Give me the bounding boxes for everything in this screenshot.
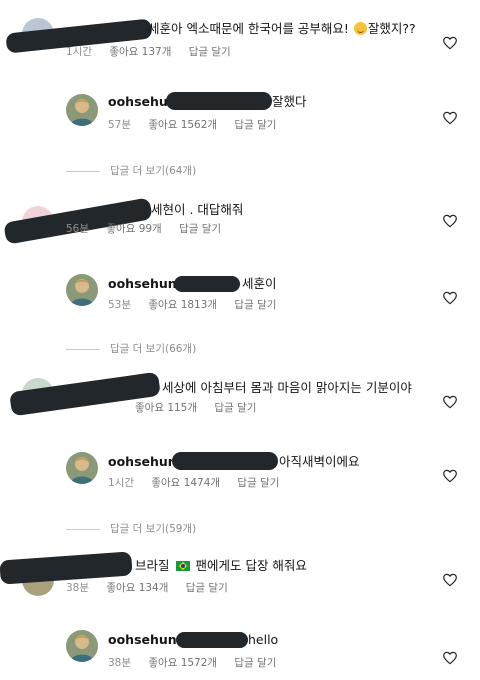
reply-text: oohsehun — [108, 454, 181, 470]
reply-button[interactable]: 답글 달기 — [214, 402, 256, 414]
comment-meta: 38분 좋아요 134개 답글 달기 — [66, 581, 242, 595]
comment-meta: 38분 좋아요 1572개 답글 달기 — [108, 656, 290, 670]
comment-time: 53분 — [108, 299, 132, 311]
comment-meta: 1시간 좋아요 1474개 답글 달기 — [108, 476, 293, 490]
heart-outline-icon[interactable] — [442, 213, 458, 229]
redacted-mention — [166, 92, 272, 110]
comment-meta: 좋아요 115개 답글 달기 — [135, 401, 270, 415]
comment-text: 세상에 아침부터 몸과 마음이 맑아지는 기분이야 — [162, 380, 412, 395]
brazil-flag-icon — [175, 561, 190, 571]
divider-line — [66, 348, 100, 350]
heart-outline-icon[interactable] — [442, 290, 458, 306]
comment-time: 38분 — [108, 657, 132, 669]
reply-text: oohsehun — [108, 632, 181, 648]
redacted-mention — [176, 632, 248, 648]
heart-outline-icon[interactable] — [442, 650, 458, 666]
heart-outline-icon[interactable] — [442, 468, 458, 484]
reply-button[interactable]: 답글 달기 — [186, 582, 228, 594]
reply-button[interactable]: 답글 달기 — [234, 299, 276, 311]
likes-count[interactable]: 좋아요 1474개 — [151, 477, 220, 489]
divider-line — [66, 170, 100, 172]
reply-button[interactable]: 답글 달기 — [189, 46, 231, 58]
likes-count[interactable]: 좋아요 99개 — [106, 223, 161, 235]
avatar[interactable] — [66, 630, 98, 662]
comment-time: 56분 — [66, 223, 90, 235]
reply-body: 세훈이 — [242, 276, 277, 291]
likes-count[interactable]: 좋아요 1572개 — [148, 657, 217, 669]
avatar[interactable] — [66, 94, 98, 126]
redacted-mention — [174, 276, 240, 292]
likes-count[interactable]: 좋아요 115개 — [135, 402, 197, 414]
comment-meta: 57분 좋아요 1562개 답글 달기 — [108, 118, 290, 132]
reply-button[interactable]: 답글 달기 — [234, 119, 276, 131]
comment-text: 브라질 팬에게도 답장 해줘요 — [135, 558, 307, 573]
reply-button[interactable]: 답글 달기 — [234, 657, 276, 669]
comment-time: 1시간 — [66, 46, 93, 58]
heart-outline-icon[interactable] — [442, 394, 458, 410]
grinning-face-icon — [353, 22, 367, 35]
avatar[interactable] — [66, 274, 98, 306]
comment-time: 1시간 — [108, 477, 135, 489]
avatar[interactable] — [66, 452, 98, 484]
reply-text: oohsehun — [108, 276, 181, 292]
reply-body: hello — [248, 632, 279, 647]
redacted-mention — [172, 452, 278, 470]
comment-time: 57분 — [108, 119, 132, 131]
divider-line — [66, 528, 100, 530]
author-username[interactable]: oohsehun — [108, 632, 177, 647]
author-username[interactable]: oohsehun — [108, 276, 177, 291]
likes-count[interactable]: 좋아요 137개 — [109, 46, 171, 58]
redacted-username — [0, 551, 133, 585]
comment-meta: 56분 좋아요 99개 답글 달기 — [66, 222, 235, 236]
author-username[interactable]: oohsehun — [108, 454, 177, 469]
heart-outline-icon[interactable] — [442, 572, 458, 588]
comment-text: 세현이 . 대답해줘 — [151, 202, 244, 217]
reply-button[interactable]: 답글 달기 — [179, 223, 221, 235]
heart-outline-icon[interactable] — [442, 35, 458, 51]
view-more-replies[interactable]: 답글 더 보기(66개) — [66, 342, 196, 356]
likes-count[interactable]: 좋아요 134개 — [106, 582, 168, 594]
redacted-username — [3, 197, 153, 245]
comment-time: 38분 — [66, 582, 90, 594]
view-more-replies[interactable]: 답글 더 보기(59개) — [66, 522, 196, 536]
likes-count[interactable]: 좋아요 1562개 — [148, 119, 217, 131]
reply-body: 잘했다 — [272, 94, 307, 109]
comment-text: 세훈아 엑소때문에 한국어를 공부해요! 잘했지?? — [148, 21, 416, 36]
heart-outline-icon[interactable] — [442, 110, 458, 126]
comment-meta: 53분 좋아요 1813개 답글 달기 — [108, 298, 290, 312]
view-more-replies[interactable]: 답글 더 보기(64개) — [66, 164, 196, 178]
reply-button[interactable]: 답글 달기 — [237, 477, 279, 489]
likes-count[interactable]: 좋아요 1813개 — [148, 299, 217, 311]
reply-body: 아직새벽이에요 — [279, 454, 360, 469]
comment-meta: 1시간 좋아요 137개 답글 달기 — [66, 45, 245, 59]
